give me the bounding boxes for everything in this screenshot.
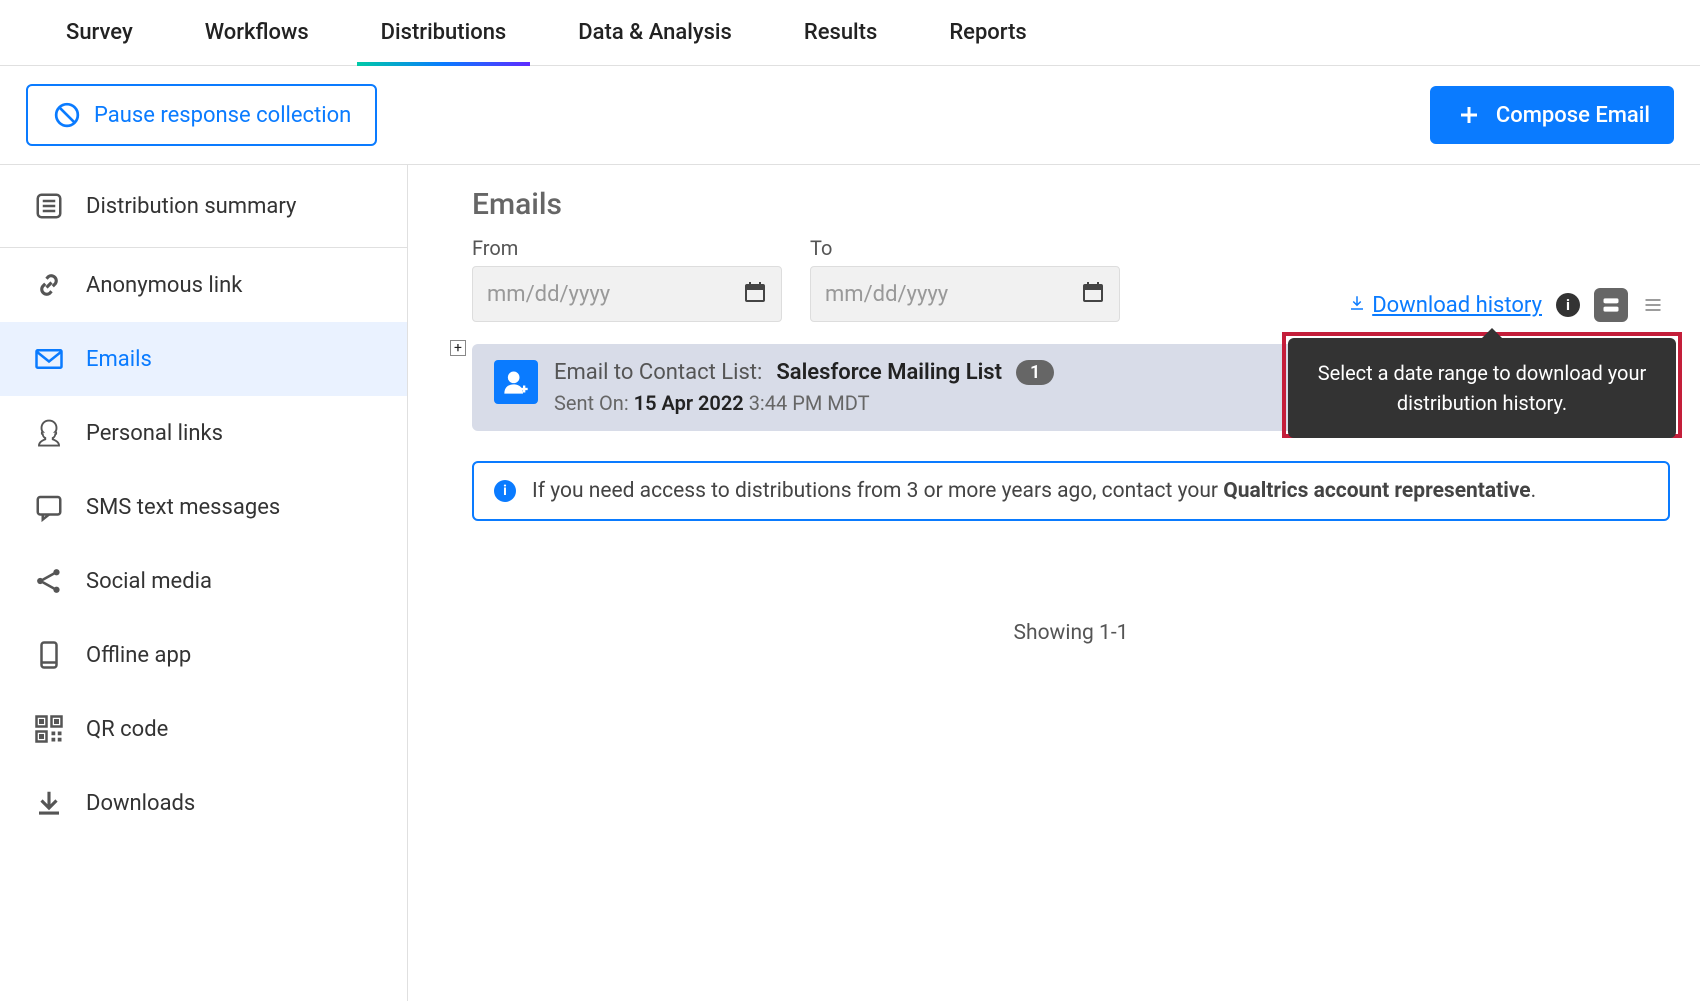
- action-bar: Pause response collection Compose Email: [0, 66, 1700, 165]
- sidebar-label: Personal links: [86, 421, 223, 446]
- emails-icon: [34, 344, 64, 374]
- main-content: Emails From To: [408, 165, 1700, 1001]
- email-list-name: Salesforce Mailing List: [776, 360, 1002, 385]
- qr-icon: [34, 714, 64, 744]
- sent-date: 15 Apr 2022: [634, 391, 744, 415]
- to-date-group: To: [810, 236, 1120, 322]
- sidebar-item-summary[interactable]: Distribution summary: [0, 165, 407, 248]
- sidebar-item-sms[interactable]: SMS text messages: [0, 470, 407, 544]
- sent-time: 3:44 PM MDT: [749, 391, 870, 415]
- tab-results[interactable]: Results: [768, 0, 913, 66]
- sidebar-label: Anonymous link: [86, 273, 242, 298]
- email-count-badge: 1: [1016, 360, 1054, 385]
- from-date-input[interactable]: [472, 266, 782, 322]
- sidebar-label: Downloads: [86, 791, 195, 816]
- page-title: Emails: [472, 187, 1670, 222]
- to-date-input[interactable]: [810, 266, 1120, 322]
- download-icon: [1348, 293, 1366, 318]
- download-history-tooltip: Select a date range to download your dis…: [1288, 338, 1676, 438]
- anon-icon: [34, 270, 64, 300]
- pause-collection-button[interactable]: Pause response collection: [26, 84, 377, 146]
- sidebar-label: QR code: [86, 717, 168, 742]
- plus-icon: [1454, 100, 1484, 130]
- tab-reports[interactable]: Reports: [913, 0, 1062, 66]
- sidebar-item-personal[interactable]: Personal links: [0, 396, 407, 470]
- to-date-field[interactable]: [825, 282, 1025, 307]
- banner-text: If you need access to distributions from…: [532, 479, 1536, 503]
- sidebar-label: Social media: [86, 569, 212, 594]
- tab-survey[interactable]: Survey: [30, 0, 169, 66]
- card-view-button[interactable]: [1594, 288, 1628, 322]
- from-label: From: [472, 236, 782, 260]
- sidebar-label: Offline app: [86, 643, 191, 668]
- sidebar-label: SMS text messages: [86, 495, 280, 520]
- personal-icon: [34, 418, 64, 448]
- info-icon: i: [494, 480, 516, 502]
- prohibit-icon: [52, 100, 82, 130]
- download-history-label: Download history: [1372, 293, 1542, 318]
- sent-label: Sent On:: [554, 391, 629, 415]
- from-date-field[interactable]: [487, 282, 687, 307]
- sidebar-item-offline[interactable]: Offline app: [0, 618, 407, 692]
- info-banner: i If you need access to distributions fr…: [472, 461, 1670, 521]
- email-prefix: Email to Contact List:: [554, 360, 762, 385]
- downloads-icon: [34, 788, 64, 818]
- summary-icon: [34, 191, 64, 221]
- top-nav: SurveyWorkflowsDistributionsData & Analy…: [0, 0, 1700, 66]
- compose-email-button[interactable]: Compose Email: [1430, 86, 1674, 144]
- calendar-icon[interactable]: [743, 280, 767, 308]
- pagination-text: Showing 1-1: [472, 621, 1670, 645]
- offline-icon: [34, 640, 64, 670]
- tab-distributions[interactable]: Distributions: [345, 0, 543, 66]
- social-icon: [34, 566, 64, 596]
- sidebar-item-qr[interactable]: QR code: [0, 692, 407, 766]
- sidebar-item-anon[interactable]: Anonymous link: [0, 248, 407, 322]
- download-history-link[interactable]: Download history: [1348, 293, 1542, 318]
- pause-label: Pause response collection: [94, 103, 351, 128]
- info-icon[interactable]: i: [1556, 293, 1580, 317]
- to-label: To: [810, 236, 1120, 260]
- tab-workflows[interactable]: Workflows: [169, 0, 345, 66]
- expand-toggle[interactable]: +: [450, 340, 466, 356]
- sidebar-item-downloads[interactable]: Downloads: [0, 766, 407, 840]
- compose-label: Compose Email: [1496, 103, 1650, 128]
- sidebar-item-social[interactable]: Social media: [0, 544, 407, 618]
- sidebar-label: Distribution summary: [86, 194, 296, 219]
- right-controls: Download history i Select a date range t…: [1348, 288, 1670, 322]
- filter-row: From To: [472, 236, 1670, 322]
- sidebar: Distribution summary Anonymous link Emails…: [0, 165, 408, 1001]
- view-toggle: [1594, 288, 1670, 322]
- sidebar-item-emails[interactable]: Emails: [0, 322, 407, 396]
- tab-data-analysis[interactable]: Data & Analysis: [542, 0, 768, 66]
- sms-icon: [34, 492, 64, 522]
- from-date-group: From: [472, 236, 782, 322]
- sidebar-label: Emails: [86, 347, 152, 372]
- contact-list-icon: [494, 360, 538, 404]
- calendar-icon[interactable]: [1081, 280, 1105, 308]
- list-view-button[interactable]: [1636, 288, 1670, 322]
